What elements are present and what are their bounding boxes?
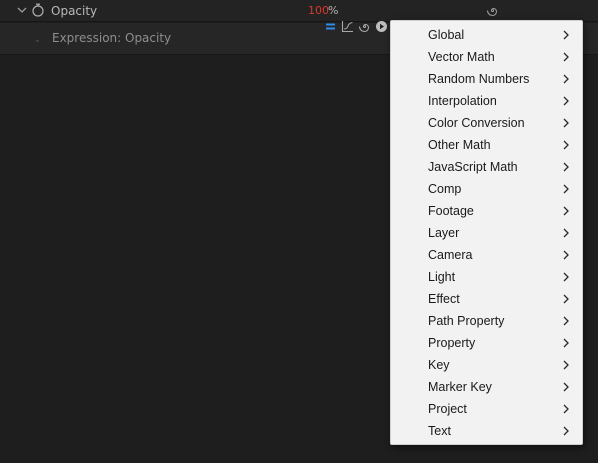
graph-icon[interactable] [341,20,354,33]
timeline-panel: Opacity 100 % • Expression: Opacity Glob… [0,0,598,463]
chevron-right-icon [563,250,569,260]
chevron-right-icon [563,140,569,150]
menu-item-project[interactable]: Project [391,398,582,420]
property-name: Opacity [51,4,98,18]
chevron-right-icon [563,426,569,436]
menu-item-vector-math[interactable]: Vector Math [391,46,582,68]
menu-item-marker-key[interactable]: Marker Key [391,376,582,398]
menu-item-other-math[interactable]: Other Math [391,134,582,156]
chevron-right-icon [563,118,569,128]
menu-item-label: JavaScript Math [428,160,518,174]
menu-item-label: Path Property [428,314,505,328]
menu-item-label: Light [428,270,456,284]
menu-item-interpolation[interactable]: Interpolation [391,90,582,112]
chevron-right-icon [563,404,569,414]
chevron-right-icon [563,294,569,304]
menu-item-light[interactable]: Light [391,266,582,288]
menu-item-random-numbers[interactable]: Random Numbers [391,68,582,90]
menu-item-key[interactable]: Key [391,354,582,376]
menu-item-comp[interactable]: Comp [391,178,582,200]
chevron-right-icon [563,382,569,392]
menu-item-label: Marker Key [428,380,492,394]
chevron-right-icon [563,338,569,348]
menu-item-label: Effect [428,292,460,306]
menu-item-label: Comp [428,182,462,196]
expression-spiral-icon[interactable] [486,4,499,17]
expression-label: Expression: Opacity [52,31,172,45]
opacity-property-row[interactable]: Opacity 100 % [0,0,598,22]
chevron-right-icon [563,74,569,84]
menu-item-label: Global [428,28,465,42]
enable-expression-icon[interactable] [324,20,337,33]
menu-item-label: Interpolation [428,94,497,108]
expression-language-menu: Global Vector Math Random Numbers Interp… [390,20,583,445]
menu-item-label: Text [428,424,451,438]
menu-item-label: Color Conversion [428,116,525,130]
menu-item-label: Footage [428,204,474,218]
menu-item-color-conversion[interactable]: Color Conversion [391,112,582,134]
menu-item-effect[interactable]: Effect [391,288,582,310]
menu-item-camera[interactable]: Camera [391,244,582,266]
menu-item-label: Property [428,336,476,350]
pick-whip-icon[interactable] [358,20,371,33]
menu-item-text[interactable]: Text [391,420,582,442]
chevron-right-icon [563,96,569,106]
menu-item-path-property[interactable]: Path Property [391,310,582,332]
stopwatch-icon[interactable] [31,3,45,17]
menu-item-label: Other Math [428,138,491,152]
chevron-right-icon [563,162,569,172]
menu-item-label: Camera [428,248,473,262]
menu-item-global[interactable]: Global [391,24,582,46]
menu-item-label: Project [428,402,467,416]
chevron-right-icon [563,184,569,194]
opacity-value[interactable]: 100 [308,4,329,17]
bullet-icon: • [35,37,40,46]
chevron-right-icon [563,272,569,282]
opacity-unit: % [328,4,339,17]
chevron-right-icon [563,360,569,370]
chevron-right-icon [563,30,569,40]
chevron-right-icon [563,206,569,216]
language-menu-icon[interactable] [375,20,388,33]
menu-item-label: Vector Math [428,50,495,64]
menu-item-javascript-math[interactable]: JavaScript Math [391,156,582,178]
menu-item-footage[interactable]: Footage [391,200,582,222]
menu-item-label: Key [428,358,450,372]
chevron-right-icon [563,52,569,62]
menu-item-layer[interactable]: Layer [391,222,582,244]
chevron-right-icon [563,316,569,326]
menu-item-property[interactable]: Property [391,332,582,354]
chevron-right-icon [563,228,569,238]
menu-item-label: Layer [428,226,460,240]
chevron-down-icon[interactable] [17,5,27,15]
menu-item-label: Random Numbers [428,72,530,86]
